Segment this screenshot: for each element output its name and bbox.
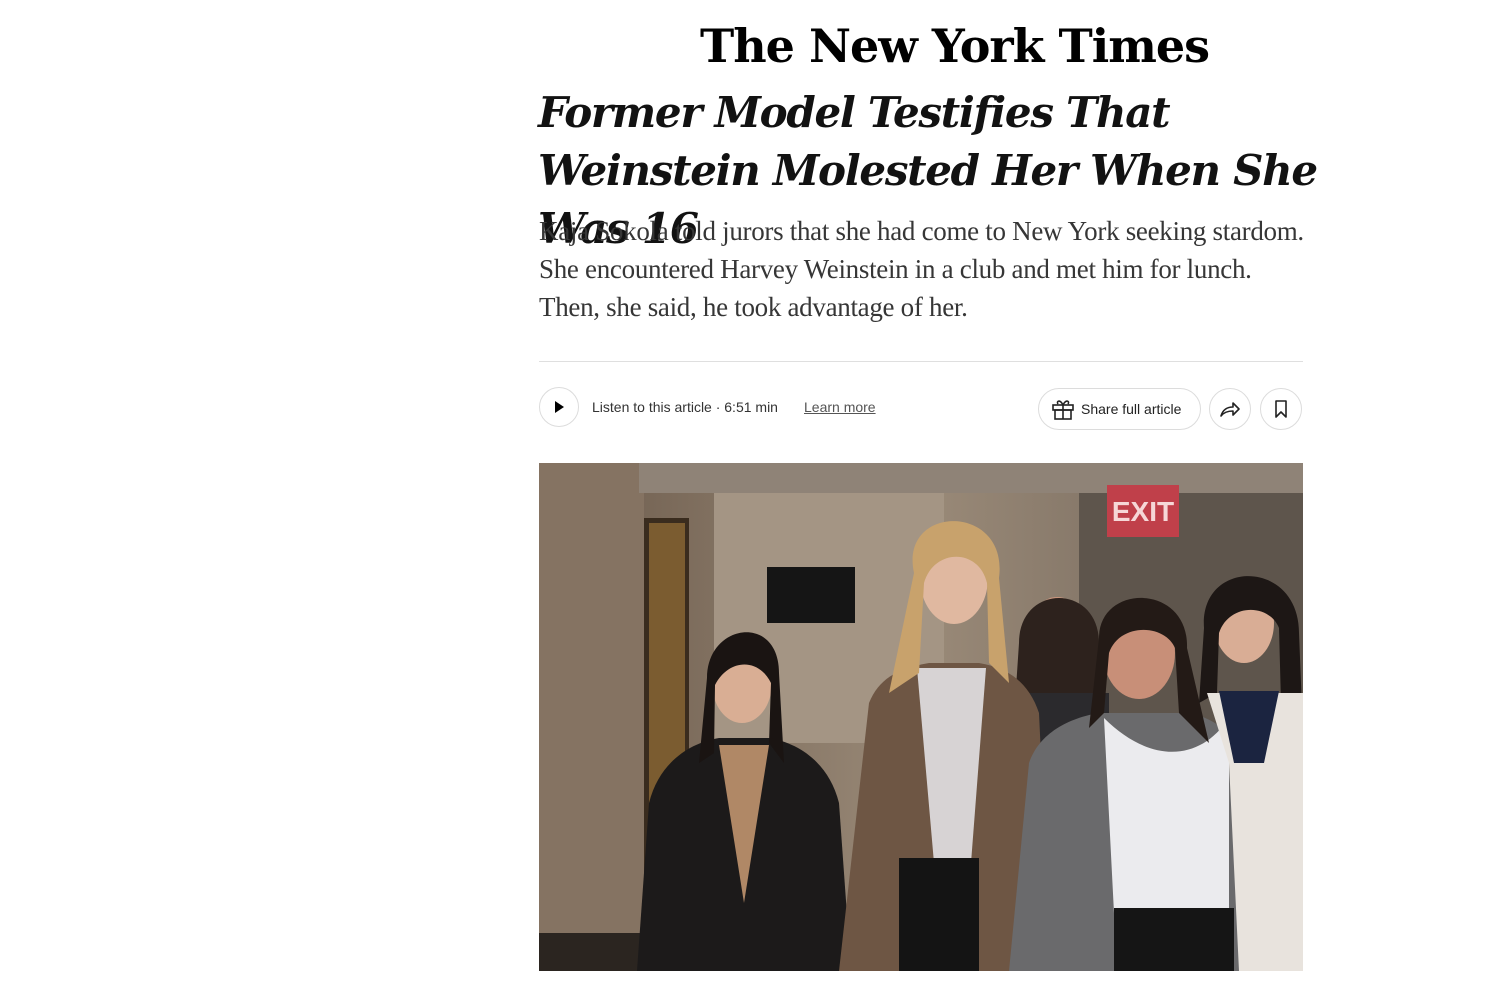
article-summary: Kaja Sokola told jurors that she had com… (539, 216, 1304, 322)
play-icon (555, 401, 564, 413)
learn-more-link[interactable]: Learn more (804, 399, 876, 415)
bookmark-button[interactable] (1260, 388, 1302, 430)
play-audio-button[interactable] (539, 387, 579, 427)
listen-label: Listen to this article · 6:51 min (592, 399, 778, 415)
gift-icon (1051, 398, 1075, 420)
share-full-article-button[interactable]: Share full article (1038, 388, 1201, 430)
article-toolbar: Listen to this article · 6:51 min Learn … (539, 387, 1303, 431)
exit-sign: EXIT (1112, 496, 1174, 527)
bookmark-icon (1275, 400, 1287, 418)
nyt-masthead-logo[interactable]: The New York Times (700, 12, 1210, 80)
share-button[interactable] (1209, 388, 1251, 430)
article-photo: EXIT (539, 463, 1303, 971)
share-full-article-label: Share full article (1081, 401, 1182, 417)
divider (539, 361, 1303, 362)
share-arrow-icon (1220, 402, 1240, 417)
